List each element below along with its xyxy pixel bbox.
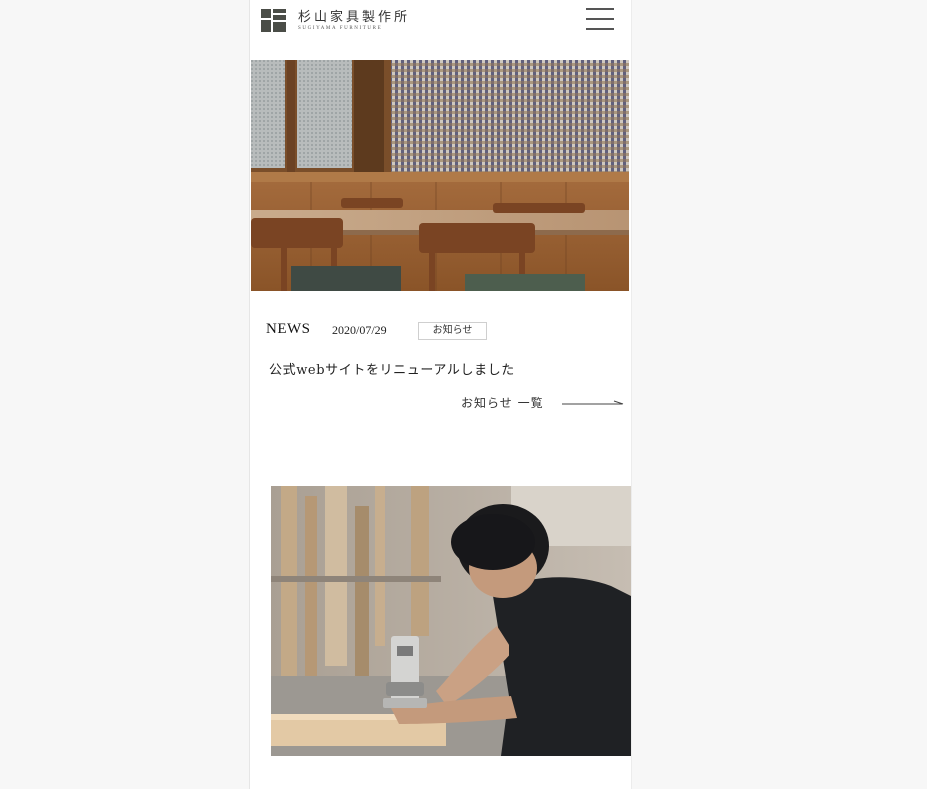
hero-dining-room-image bbox=[251, 60, 629, 291]
news-date: 2020/07/29 bbox=[332, 323, 387, 337]
news-category-badge[interactable]: お知らせ bbox=[418, 322, 487, 340]
long-arrow-right-icon bbox=[561, 400, 623, 404]
logo-text-en: SUGIYAMA FURNITURE bbox=[298, 25, 383, 31]
site-header: 杉山家具製作所 SUGIYAMA FURNITURE bbox=[250, 0, 631, 60]
logo-text-jp: 杉山家具製作所 bbox=[298, 9, 411, 25]
news-heading: NEWS bbox=[266, 321, 311, 337]
logo-mark-icon bbox=[261, 9, 286, 32]
news-list-label: お知らせ 一覧 bbox=[461, 396, 544, 410]
site-logo-link[interactable]: 杉山家具製作所 SUGIYAMA FURNITURE bbox=[261, 9, 410, 32]
mobile-page: 杉山家具製作所 SUGIYAMA FURNITURE NEWS 2020/07/… bbox=[249, 0, 632, 789]
news-item-title-link[interactable]: 公式webサイトをリニューアルしました bbox=[269, 359, 515, 378]
hamburger-menu-icon[interactable] bbox=[586, 8, 614, 31]
news-list-link[interactable]: お知らせ 一覧 bbox=[461, 394, 624, 411]
craftsman-image bbox=[271, 486, 631, 756]
